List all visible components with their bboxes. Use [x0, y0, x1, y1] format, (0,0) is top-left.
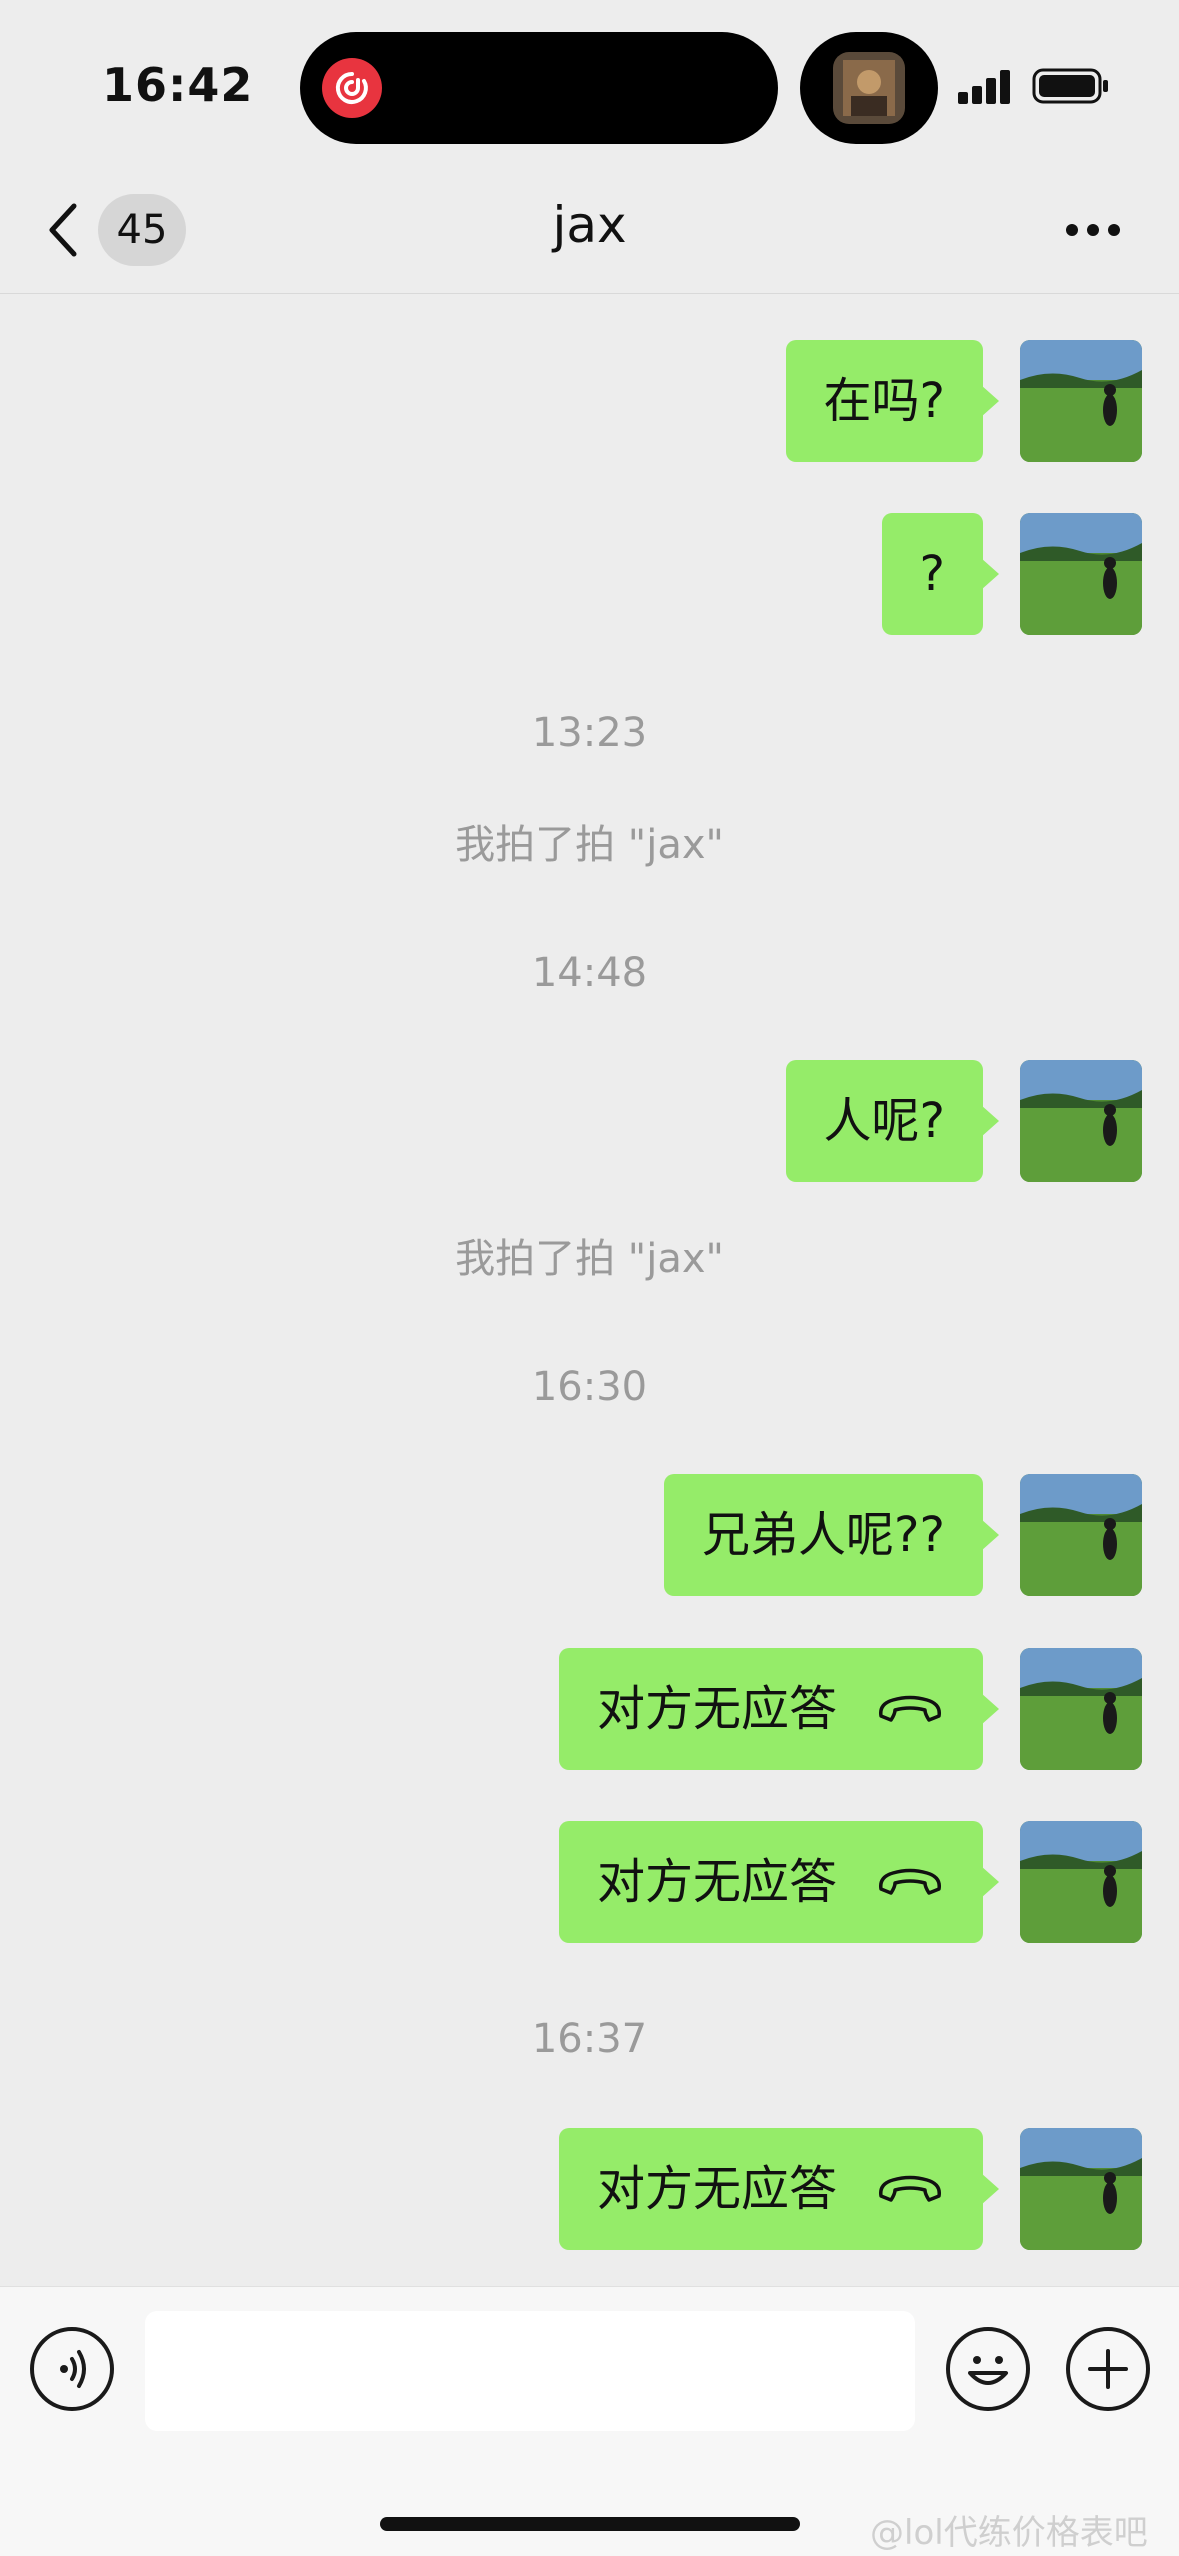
chat-title: jax [552, 196, 627, 254]
self-avatar[interactable] [1020, 1648, 1142, 1770]
smiley-face-icon [968, 2356, 1008, 2385]
call-record-bubble[interactable]: 对方无应答 [558, 1821, 1000, 1943]
phone-hangup-icon [879, 2175, 941, 2202]
message-list[interactable]: 在吗? ? 13:23 我拍了拍 "jax" 14:48 人呢? 我拍了拍 "j… [0, 296, 1179, 2286]
pat-notice: 我拍了拍 "jax" [455, 822, 724, 868]
timestamp: 13:23 [531, 710, 648, 756]
timestamp: 14:48 [531, 950, 648, 996]
more-options-icon[interactable] [1064, 222, 1122, 238]
home-indicator[interactable] [380, 2517, 800, 2531]
call-record-bubble[interactable]: 对方无应答 [558, 2128, 1000, 2250]
more-functions-button[interactable] [1066, 2327, 1150, 2411]
now-playing-island[interactable] [800, 32, 938, 144]
album-art [833, 52, 905, 124]
message-text: ? [919, 546, 945, 602]
watermark: @lol代练价格表吧 [870, 2513, 1148, 2553]
self-avatar[interactable] [1020, 1821, 1142, 1943]
message-bubble[interactable]: ? [881, 513, 1000, 635]
status-bar: 16:42 [0, 0, 1179, 170]
message-bubble[interactable]: 在吗? [785, 340, 1000, 462]
call-status-text: 对方无应答 [596, 2161, 837, 2217]
timestamp: 16:30 [531, 1364, 648, 1410]
emoji-button[interactable] [946, 2327, 1030, 2411]
signal-icon [958, 70, 1010, 104]
music-app-icon[interactable] [322, 58, 382, 118]
self-avatar[interactable] [1020, 2128, 1142, 2250]
message-bubble[interactable]: 人呢? [785, 1060, 1000, 1182]
self-avatar[interactable] [1020, 1060, 1142, 1182]
chat-header: 45 jax [0, 170, 1179, 294]
timestamp: 16:37 [531, 2016, 648, 2062]
self-avatar[interactable] [1020, 340, 1142, 462]
message-text: 在吗? [823, 373, 945, 429]
status-time: 16:42 [102, 58, 254, 112]
voice-input-button[interactable] [30, 2327, 114, 2411]
plus-icon [1088, 2349, 1128, 2389]
call-status-text: 对方无应答 [596, 1681, 837, 1737]
message-bubble[interactable]: 兄弟人呢?? [664, 1474, 999, 1596]
input-bar: @lol代练价格表吧 [0, 2286, 1179, 2556]
battery-icon [1032, 68, 1108, 104]
dynamic-island[interactable] [300, 32, 778, 144]
call-status-text: 对方无应答 [596, 1854, 837, 1910]
message-text: 人呢? [823, 1093, 945, 1149]
self-avatar[interactable] [1020, 513, 1142, 635]
pat-notice: 我拍了拍 "jax" [455, 1236, 724, 1282]
call-record-bubble[interactable]: 对方无应答 [558, 1648, 1000, 1770]
self-avatar[interactable] [1020, 1474, 1142, 1596]
phone-hangup-icon [879, 1695, 941, 1722]
voice-wave-icon [60, 2350, 86, 2388]
message-text: 兄弟人呢?? [702, 1507, 945, 1563]
phone-hangup-icon [879, 1868, 941, 1895]
message-input[interactable] [145, 2311, 915, 2431]
